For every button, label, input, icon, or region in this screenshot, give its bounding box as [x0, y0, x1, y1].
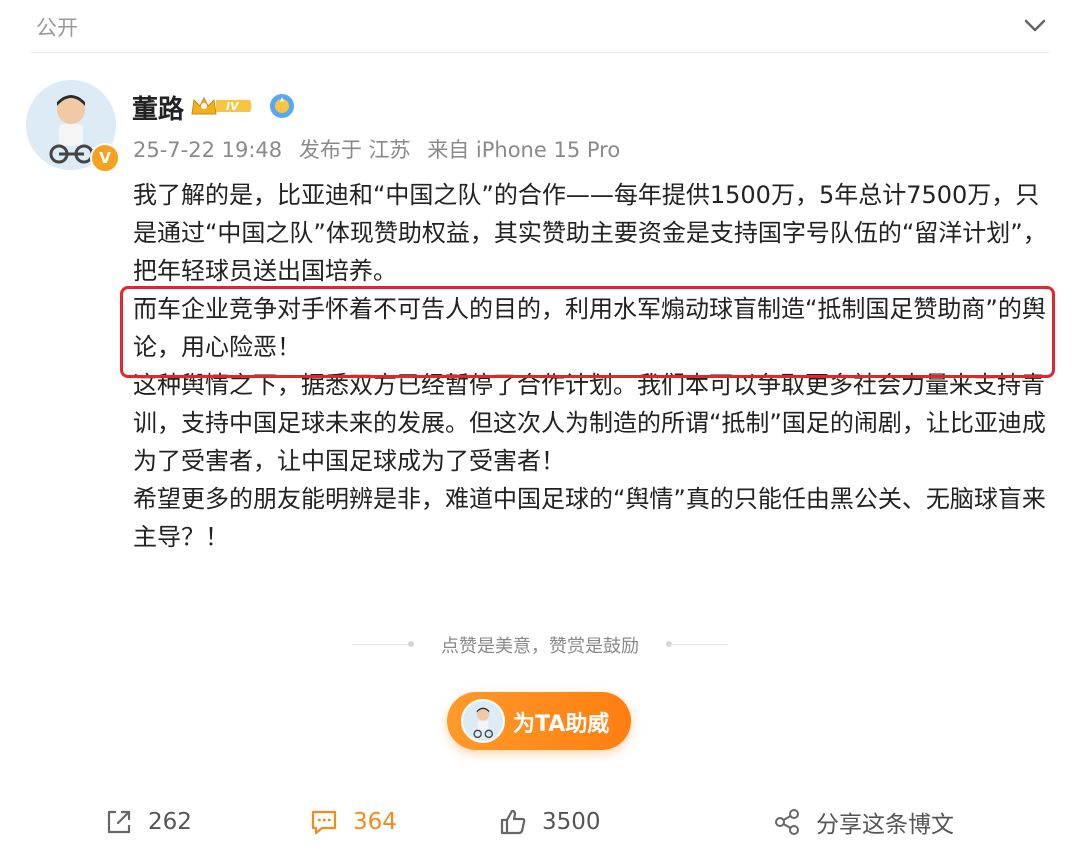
repost-button[interactable]: 262: [104, 800, 192, 844]
thumbs-up-icon: [500, 809, 526, 835]
crown-level-text: IV: [226, 100, 240, 113]
divider-line: [668, 644, 728, 645]
avatar: [461, 699, 505, 743]
like-count: 3500: [542, 809, 601, 835]
visibility-label: 公开: [36, 16, 78, 40]
reward-text: 点赞是美意，赞赏是鼓励: [441, 636, 639, 657]
crown-level-badge[interactable]: IV: [190, 94, 254, 118]
share-post-button[interactable]: 分享这条博文: [772, 800, 954, 844]
share-icon: [107, 810, 131, 834]
avatar-image: [463, 701, 503, 741]
divider: [30, 52, 1050, 53]
post-source: 来自 iPhone 15 Pro: [427, 138, 621, 162]
repost-count: 262: [148, 809, 192, 835]
action-bar: 262 364 3500 分享这条博文: [0, 800, 1080, 844]
author-name[interactable]: 董路: [132, 89, 184, 126]
comment-button[interactable]: 364: [309, 800, 397, 844]
comment-icon: [311, 810, 337, 835]
like-button[interactable]: 3500: [498, 800, 601, 844]
post-paragraph: 希望更多的朋友能明辨是非，难道中国足球的“舆情”真的只能任由黑公关、无脑球盲来主…: [133, 485, 1046, 551]
post-location: 发布于 江苏: [298, 138, 411, 162]
post-meta: 25-7-22 19:48 发布于 江苏 来自 iPhone 15 Pro: [133, 134, 630, 164]
comment-count: 364: [353, 809, 397, 835]
verified-badge: V: [90, 143, 120, 173]
post-paragraph: 我了解的是，比亚迪和“中国之队”的合作——每年提供1500万，5年总计7500万…: [133, 181, 1047, 285]
highlight-box: [120, 286, 1055, 378]
reward-divider: 点赞是美意，赞赏是鼓励: [0, 630, 1080, 660]
link-share-icon: [775, 809, 799, 835]
top-bar: 公开: [0, 0, 1080, 54]
sun-badge[interactable]: [268, 92, 296, 120]
post-paragraph: 这种舆情之下，据悉双方已经暂停了合作计划。我们本可以争取更多社会力量来支持青训，…: [133, 371, 1046, 475]
chevron-down-icon[interactable]: [1020, 10, 1050, 40]
support-button-label: 为TA助威: [513, 712, 610, 737]
support-button[interactable]: 为TA助威: [447, 692, 631, 750]
post-date: 25-7-22 19:48: [133, 138, 283, 162]
share-label: 分享这条博文: [816, 812, 954, 838]
